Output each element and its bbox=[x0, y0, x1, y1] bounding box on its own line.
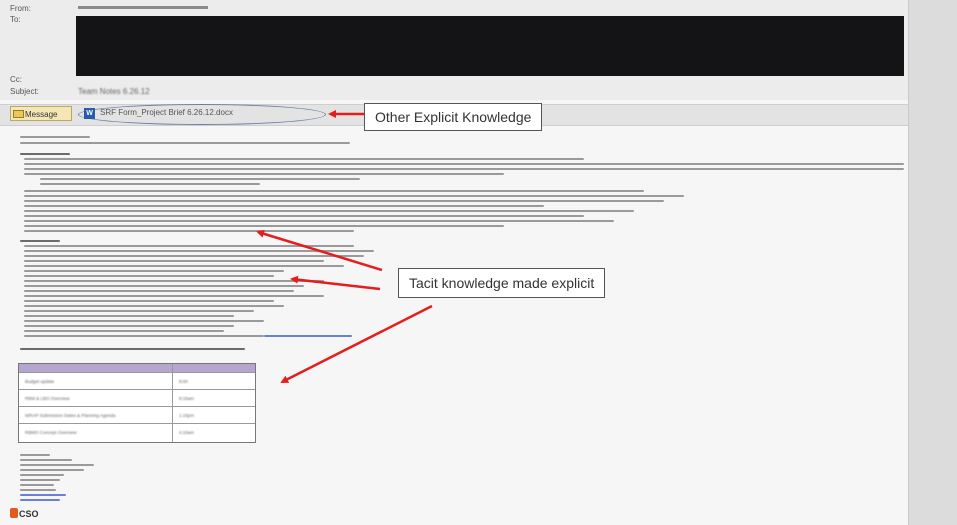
arrow-to-list bbox=[290, 275, 381, 291]
arrow-to-tasks bbox=[256, 229, 383, 272]
annotation-arrows bbox=[256, 110, 433, 384]
arrow-to-table bbox=[280, 304, 433, 384]
